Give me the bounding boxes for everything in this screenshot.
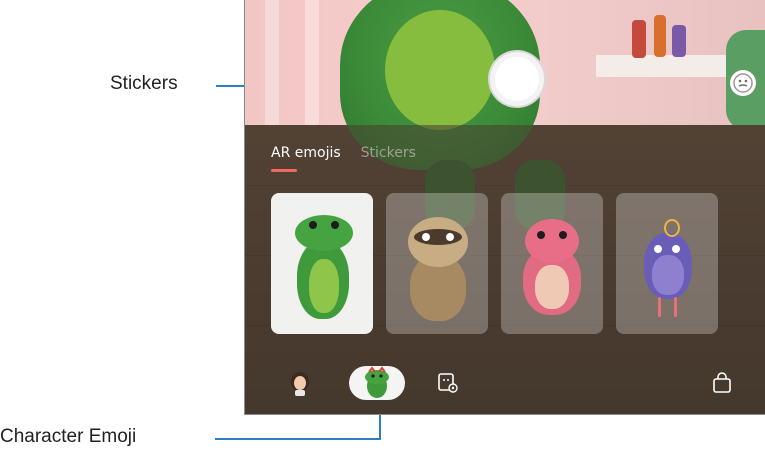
- sticker-settings-button[interactable]: [433, 368, 463, 398]
- toy-decoration: [654, 15, 666, 57]
- sticker-settings-icon: [438, 373, 458, 393]
- character-card-frog[interactable]: [271, 193, 373, 334]
- pink-monster-head: [525, 219, 579, 263]
- callout-stickers-label: Stickers: [110, 73, 178, 94]
- bird-leg: [674, 297, 677, 317]
- character-card-sloth[interactable]: [386, 193, 488, 334]
- emoji-panel: AR emojis Stickers: [245, 125, 765, 414]
- wall-stripe: [265, 0, 279, 125]
- pink-monster-eye: [537, 231, 545, 239]
- pink-monster-eye: [559, 231, 567, 239]
- character-emoji-button[interactable]: [349, 366, 405, 400]
- character-cards: [271, 193, 718, 334]
- sloth-eye: [422, 233, 430, 241]
- bird-belly: [652, 255, 684, 295]
- callout-character-emoji-line-horizontal: [215, 438, 381, 440]
- bird-crest: [664, 219, 680, 237]
- tab-ar-emojis[interactable]: AR emojis: [271, 145, 341, 172]
- emoji-face-button[interactable]: [730, 70, 756, 96]
- bottom-bar: [245, 356, 765, 414]
- wall-stripe: [305, 0, 319, 125]
- avatar-icon: [291, 372, 309, 396]
- tab-ar-emojis-label: AR emojis: [271, 145, 341, 161]
- bird-eye: [672, 245, 680, 253]
- frog-eye: [331, 221, 339, 229]
- phone-screen: AR emojis Stickers: [244, 0, 765, 415]
- callout-character-emoji-label: Character Emoji: [0, 426, 137, 447]
- panel-tabs: AR emojis Stickers: [271, 145, 416, 172]
- store-bag-button[interactable]: [707, 368, 737, 398]
- character-emoji-icon: [365, 366, 389, 398]
- tab-stickers-label: Stickers: [360, 145, 416, 161]
- frog-head: [295, 215, 353, 251]
- avatar-button[interactable]: [285, 368, 315, 398]
- character-card-pink-monster[interactable]: [501, 193, 603, 334]
- bird-eye: [654, 245, 662, 253]
- frog-eye: [309, 221, 317, 229]
- store-bag-icon: [713, 372, 731, 393]
- active-tab-indicator: [271, 169, 297, 172]
- character-card-bird[interactable]: [616, 193, 718, 334]
- emoji-face-icon: [733, 73, 753, 93]
- frog-belly: [309, 259, 339, 313]
- monster-eye: [490, 52, 544, 106]
- pink-monster-belly: [535, 265, 569, 309]
- tab-stickers[interactable]: Stickers: [361, 145, 416, 161]
- sloth-eye: [446, 233, 454, 241]
- monster-belly: [385, 10, 495, 130]
- bird-leg: [658, 297, 661, 317]
- toy-decoration: [632, 20, 646, 58]
- toy-decoration: [672, 25, 686, 57]
